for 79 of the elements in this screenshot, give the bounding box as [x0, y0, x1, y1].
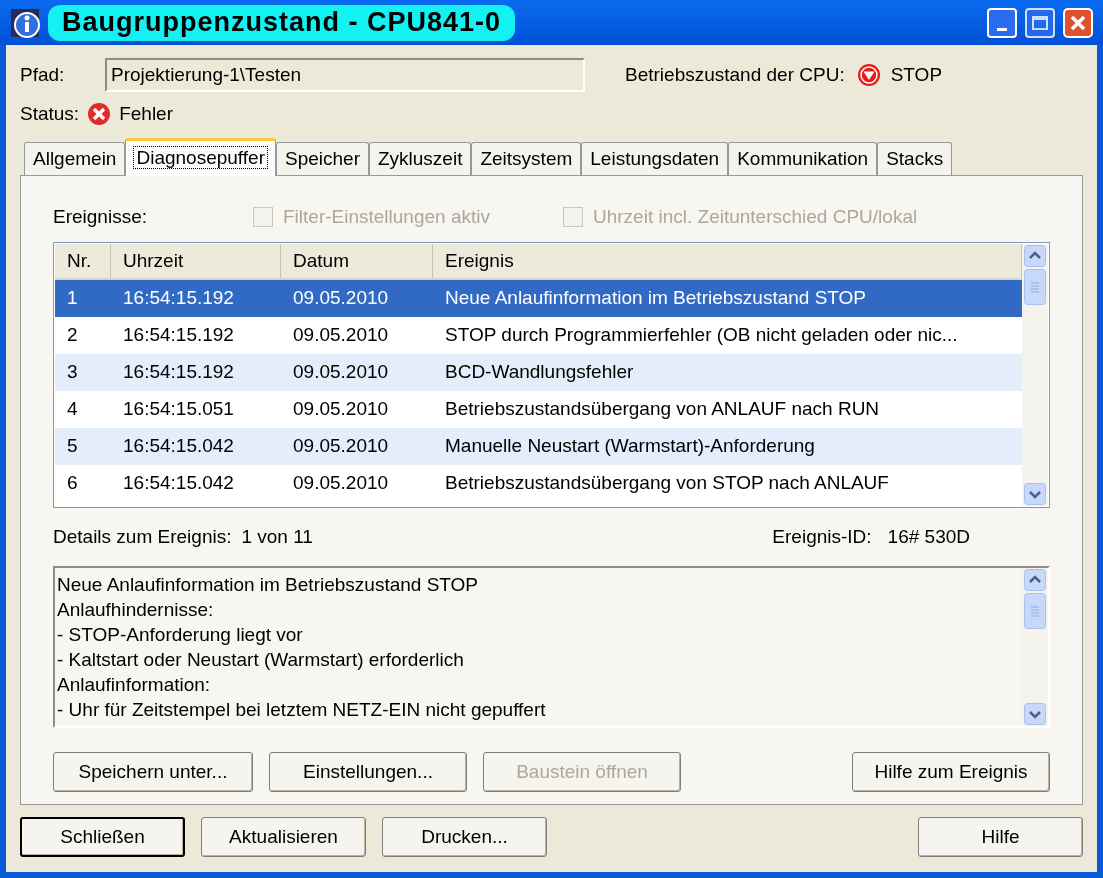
table-cell-text: 09.05.2010 — [292, 286, 390, 311]
table-cell-text: 09.05.2010 — [292, 434, 390, 459]
status-label: Status: — [20, 101, 80, 126]
table-cell-text: 2 — [66, 323, 79, 348]
cpu-mode-value: STOP — [890, 62, 943, 87]
button[interactable]: Aktualisieren — [201, 817, 366, 857]
checkbox-label: Filter-Einstellungen aktiv — [283, 204, 490, 229]
tab[interactable]: Zeitsystem — [471, 142, 582, 175]
scrollbar[interactable] — [1022, 244, 1048, 506]
table-row[interactable]: 5 16:54:15.042 09.05.2010 Manuelle Neustart (Warmstart)-Anforderung — [55, 428, 1022, 465]
details-label: Details zum Ereignis: — [53, 524, 232, 549]
table-cell-text: Betriebszustandsübergang von STOP nach ANLAUF — [444, 471, 890, 496]
close-button[interactable] — [1063, 7, 1093, 38]
scroll-down-icon[interactable] — [1024, 703, 1046, 725]
details-line: - Kaltstart oder Neustart (Warmstart) erforderlich — [57, 648, 465, 672]
table-cell-text: 5 — [66, 434, 79, 459]
table-cell-text: 16:54:15.192 — [122, 323, 235, 348]
scroll-down-icon[interactable] — [1024, 483, 1046, 505]
table-cell-text: BCD-Wandlungsfehler — [444, 360, 635, 385]
tab[interactable]: Zykluszeit — [368, 142, 472, 175]
table-cell-text: Betriebszustandsübergang von ANLAUF nach RUN — [444, 397, 881, 422]
checkbox-label: Uhrzeit incl. Zeitunterschied CPU/lokal — [593, 204, 918, 229]
tab[interactable]: Diagnosepuffer — [125, 138, 276, 176]
details-value: 1 von 11 — [241, 524, 313, 549]
table-cell-text: Neue Anlaufinformation im Betriebszustand STOP — [444, 286, 868, 311]
table-cell-text: 16:54:15.192 — [122, 360, 235, 385]
event-id-label: Ereignis-ID: — [772, 524, 872, 549]
table-cell-text: STOP durch Programmierfehler (OB nicht geladen oder nic... — [444, 323, 959, 348]
details-line: Anlaufinformation: — [57, 673, 212, 697]
button[interactable]: Drucken... — [382, 817, 547, 857]
tab[interactable]: Kommunikation — [728, 142, 878, 175]
table-cell-text: 16:54:15.192 — [122, 286, 235, 311]
event-id-value: 16# 530D — [887, 524, 970, 549]
button[interactable]: Schließen — [20, 817, 185, 857]
table-cell-text: 4 — [66, 397, 79, 422]
scroll-thumb[interactable] — [1024, 593, 1046, 629]
table-cell-text: Manuelle Neustart (Warmstart)-Anforderung — [444, 434, 816, 459]
details-line: - Uhr für Zeitstempel bei letztem NETZ-EIN nicht gepuffert — [57, 698, 547, 722]
events-label: Ereignisse: — [53, 204, 148, 229]
column-header[interactable]: Datum — [281, 244, 433, 278]
table-row[interactable]: 1 16:54:15.192 09.05.2010 Neue Anlaufinformation im Betriebszustand STOP — [55, 280, 1022, 317]
minimize-button[interactable] — [987, 7, 1017, 38]
table-cell-text: 09.05.2010 — [292, 323, 390, 348]
table-cell-text: 1 — [66, 286, 79, 311]
table-row[interactable]: 3 16:54:15.192 09.05.2010 BCD-Wandlungsfehler — [55, 354, 1022, 391]
button[interactable]: Einstellungen... — [269, 752, 467, 792]
column-header[interactable]: Uhrzeit — [111, 244, 281, 278]
path-field: Projektierung-1\Testen — [105, 58, 585, 92]
button[interactable]: Hilfe — [918, 817, 1083, 857]
button[interactable]: Hilfe zum Ereignis — [852, 752, 1050, 792]
table-cell-text: 09.05.2010 — [292, 471, 390, 496]
path-label: Pfad: — [20, 62, 66, 87]
details-line: Neue Anlaufinformation im Betriebszustand STOP — [57, 573, 480, 597]
scrollbar[interactable] — [1022, 568, 1048, 726]
scroll-up-icon[interactable] — [1024, 569, 1046, 591]
table-cell-text: 09.05.2010 — [292, 397, 390, 422]
table-cell-text: 09.05.2010 — [292, 360, 390, 385]
table-cell-text: 16:54:15.042 — [122, 434, 235, 459]
maximize-button[interactable] — [1025, 7, 1055, 38]
window-title: Baugruppenzustand - CPU841-0 — [48, 4, 516, 41]
details-line: - STOP-Anforderung liegt vor — [57, 623, 304, 647]
details-line: Anlaufhindernisse: — [57, 598, 215, 622]
status-value: Fehler — [119, 101, 173, 126]
tab[interactable]: Leistungsdaten — [581, 142, 729, 175]
scroll-thumb[interactable] — [1024, 269, 1046, 305]
tab[interactable]: Stacks — [877, 142, 953, 175]
table-cell-text: 16:54:15.051 — [122, 397, 235, 422]
info-icon — [10, 7, 40, 38]
scroll-up-icon[interactable] — [1024, 245, 1046, 267]
column-header[interactable]: Nr. — [55, 244, 111, 278]
cpu-mode-label: Betriebszustand der CPU: — [625, 62, 845, 87]
tab[interactable]: Allgemein — [24, 142, 126, 175]
table-cell-text: 6 — [66, 471, 79, 496]
error-icon — [87, 102, 112, 126]
stop-icon — [856, 63, 881, 87]
button[interactable]: Speichern unter... — [53, 752, 253, 792]
tab[interactable]: Speicher — [275, 142, 369, 175]
table-cell-text: 3 — [66, 360, 79, 385]
table-cell-text: 16:54:15.042 — [122, 471, 235, 496]
